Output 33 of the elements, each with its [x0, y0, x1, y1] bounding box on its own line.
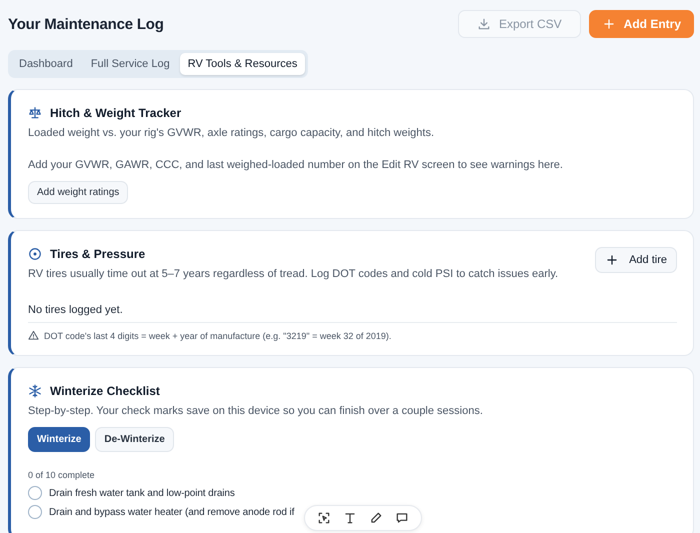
card-description: Step-by-step. Your check marks save on this device so you can finish over a couple sessions.	[28, 405, 484, 417]
card-title: Tires & Pressure	[50, 247, 146, 261]
tip-text: DOT code's last 4 digits = week + year of manufacture (e.g. "3219" = week 32 of 2019).	[44, 330, 392, 340]
pencil-icon	[369, 511, 383, 525]
tab[interactable]: Full Service Log	[82, 53, 178, 75]
card-description: RV tires usually time out at 5–7 years regardless of tread. Log DOT codes and cold PSI to catch issues early.	[28, 268, 560, 280]
notice-text: Add your GVWR, GAWR, CCC, and last weighed-loaded number on the Edit RV screen to see warnings here.	[28, 159, 564, 171]
tab[interactable]: Dashboard	[11, 53, 81, 75]
page-title: Your Maintenance Log	[8, 16, 164, 32]
progress-text: 0 of 10 complete	[28, 470, 96, 480]
snowflake-icon	[28, 384, 42, 398]
tab[interactable]: RV Tools & Resources	[180, 53, 306, 75]
scale-icon	[28, 106, 42, 120]
comment-icon	[395, 511, 409, 525]
checklist-item-text: Drain fresh water tank and low-point drains	[49, 488, 235, 498]
target-icon	[28, 247, 42, 261]
add-weight-ratings-button[interactable]: Add weight ratings	[28, 181, 128, 204]
plus-icon	[602, 17, 616, 31]
card-title: Winterize Checklist	[50, 384, 160, 398]
download-icon	[476, 17, 491, 31]
card-title: Hitch & Weight Tracker	[50, 106, 182, 120]
checkbox[interactable]	[28, 505, 42, 519]
mode-button[interactable]: De-Winterize	[95, 427, 174, 452]
checklist-item-text: Drain and bypass water heater (and remove anode rod if	[49, 506, 294, 518]
warning-icon	[28, 330, 39, 341]
mode-button[interactable]: Winterize	[28, 427, 90, 452]
empty-state-text: No tires logged yet.	[28, 304, 124, 316]
checkbox[interactable]	[28, 486, 42, 500]
card-description: Loaded weight vs. your rig's GVWR, axle ratings, cargo capacity, and hitch weights.	[28, 127, 436, 139]
text-icon	[343, 511, 357, 525]
select-icon	[317, 511, 331, 525]
plus-icon	[605, 253, 620, 267]
add-tire-button[interactable]: Add tire	[595, 247, 677, 273]
